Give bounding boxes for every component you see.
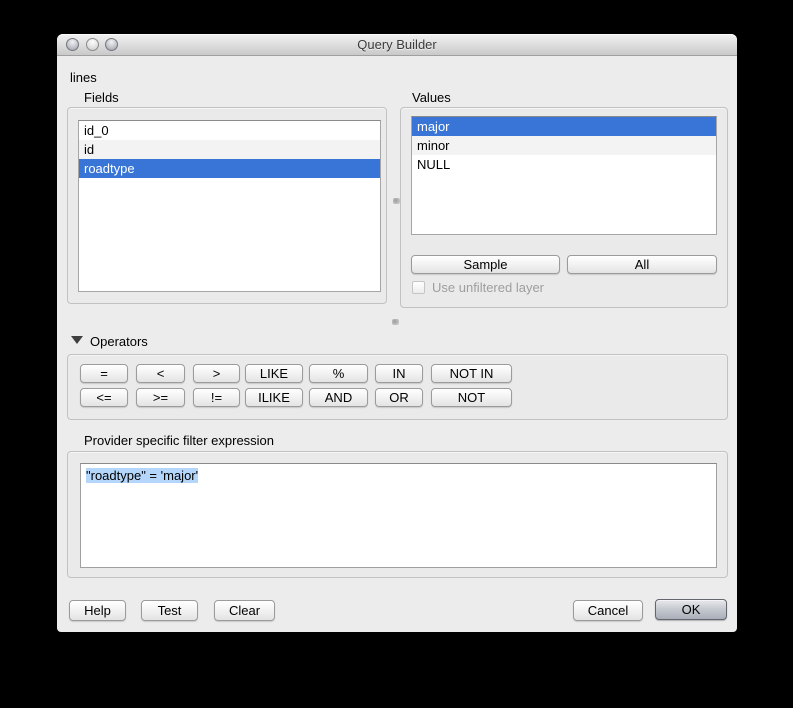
fields-list: id_0 id roadtype [78, 120, 381, 292]
values-label: Values [412, 90, 451, 105]
window-title: Query Builder [57, 34, 737, 56]
value-item-minor[interactable]: minor [412, 136, 716, 155]
operator-button-and[interactable]: AND [309, 388, 368, 407]
filter-expression-text: "roadtype" = 'major' [86, 468, 198, 483]
value-item-major[interactable]: major [412, 117, 716, 136]
query-builder-window: Query Builder lines Fields id_0 id roadt… [57, 34, 737, 632]
operator-button-not[interactable]: NOT [431, 388, 512, 407]
field-item-roadtype[interactable]: roadtype [79, 159, 380, 178]
layer-name-label: lines [70, 70, 97, 85]
operator-button-less-equal[interactable]: <= [80, 388, 128, 407]
values-list: major minor NULL [411, 116, 717, 235]
fields-label: Fields [84, 90, 119, 105]
use-unfiltered-label: Use unfiltered layer [432, 280, 544, 295]
operator-button-or[interactable]: OR [375, 388, 423, 407]
operator-button-greater-than[interactable]: > [193, 364, 240, 383]
use-unfiltered-checkbox[interactable] [412, 281, 425, 294]
operator-button-equals[interactable]: = [80, 364, 128, 383]
test-button[interactable]: Test [141, 600, 198, 621]
value-item-null[interactable]: NULL [412, 155, 716, 174]
all-button[interactable]: All [567, 255, 717, 274]
screen-background: Query Builder lines Fields id_0 id roadt… [0, 0, 793, 708]
operator-button-less-than[interactable]: < [136, 364, 185, 383]
operator-button-greater-equal[interactable]: >= [136, 388, 185, 407]
field-item-id_0[interactable]: id_0 [79, 121, 380, 140]
operator-button-percent[interactable]: % [309, 364, 368, 383]
ok-button[interactable]: OK [655, 599, 727, 620]
clear-button[interactable]: Clear [214, 600, 275, 621]
operator-button-ilike[interactable]: ILIKE [245, 388, 303, 407]
operator-button-not-in[interactable]: NOT IN [431, 364, 512, 383]
field-item-id[interactable]: id [79, 140, 380, 159]
vertical-splitter-handle[interactable] [393, 198, 400, 204]
help-button[interactable]: Help [69, 600, 126, 621]
horizontal-splitter-handle[interactable] [392, 319, 399, 325]
operators-label: Operators [90, 334, 148, 349]
title-bar[interactable]: Query Builder [57, 34, 737, 56]
filter-expression-input[interactable]: "roadtype" = 'major' [80, 463, 717, 568]
sample-button[interactable]: Sample [411, 255, 560, 274]
operator-button-in[interactable]: IN [375, 364, 423, 383]
cancel-button[interactable]: Cancel [573, 600, 643, 621]
operator-button-like[interactable]: LIKE [245, 364, 303, 383]
disclosure-triangle-icon[interactable] [71, 336, 83, 344]
filter-expression-label: Provider specific filter expression [84, 433, 274, 448]
operator-button-not-equal[interactable]: != [193, 388, 240, 407]
